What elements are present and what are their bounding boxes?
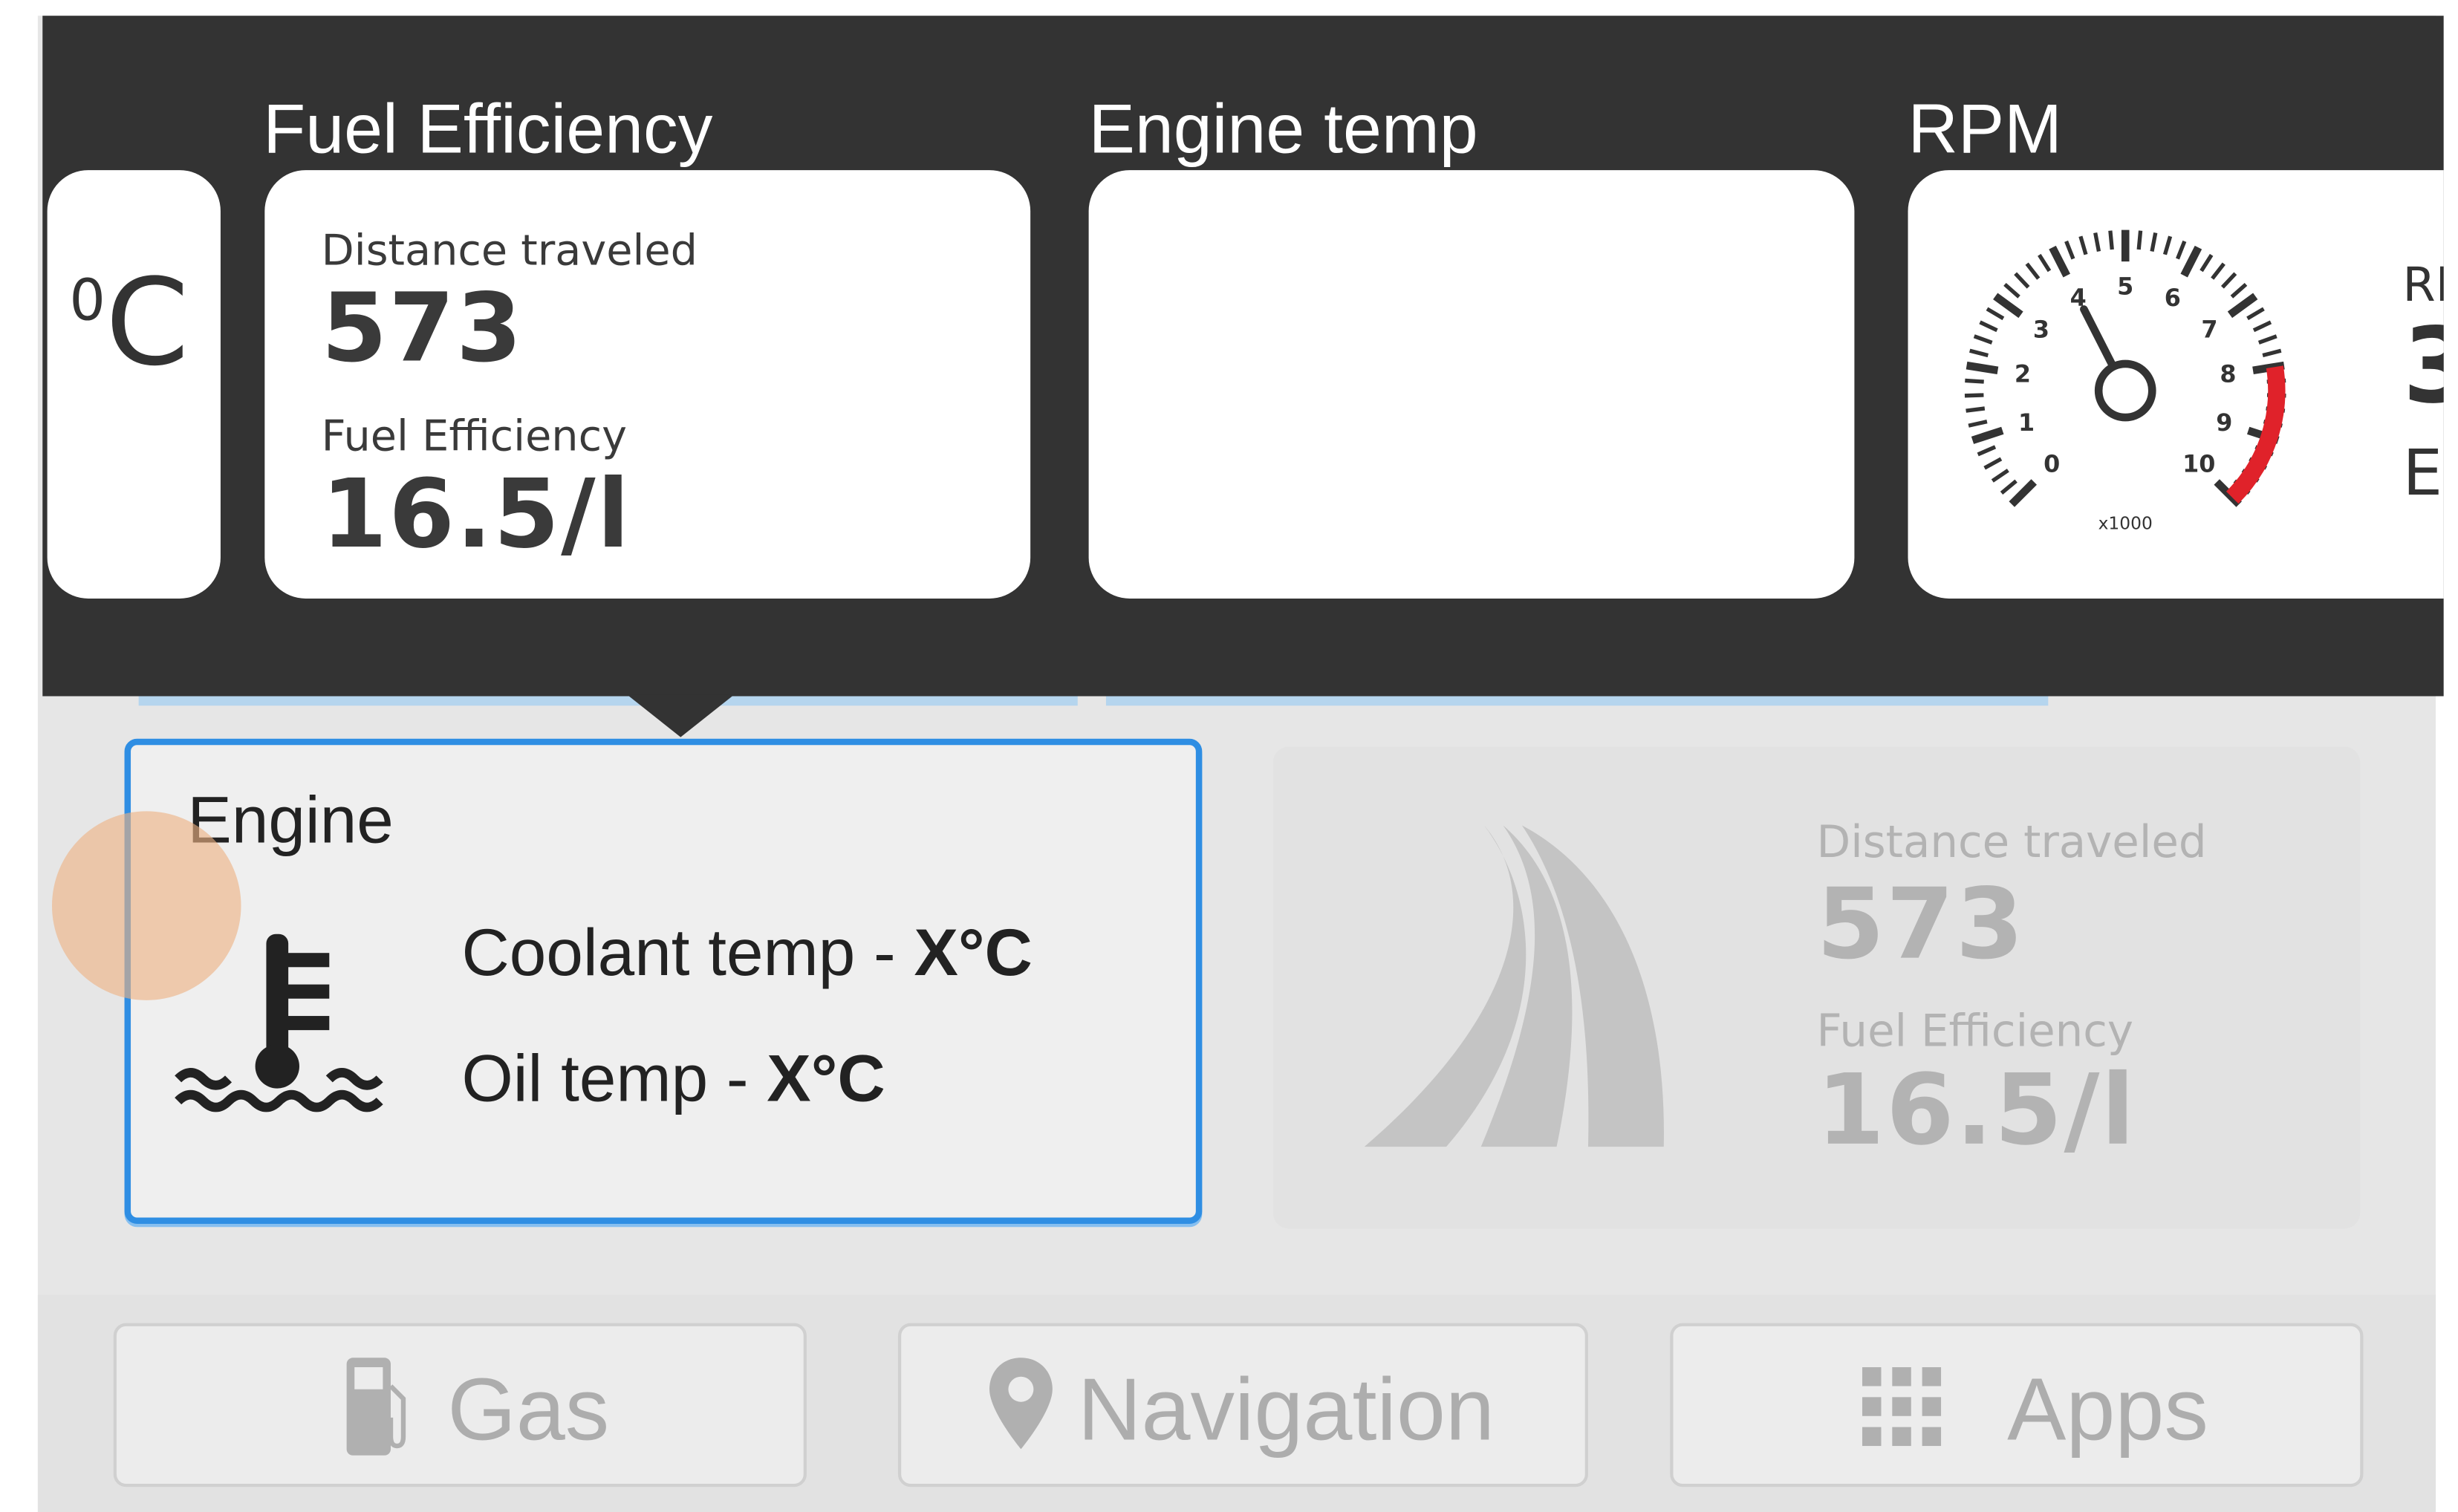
page-indicator-left	[138, 696, 1078, 706]
rpm-tick	[1966, 361, 1999, 375]
navigation-label: Navigation	[1077, 1359, 1495, 1459]
rpm-tick	[1993, 293, 2023, 319]
distance-value: 573	[321, 274, 524, 385]
rpm-number: 5	[2117, 273, 2133, 301]
rpm-tick	[2150, 232, 2158, 252]
gas-pump-icon	[346, 1358, 406, 1456]
rpm-tick	[1964, 393, 1984, 398]
widget-picker-overlay: Fuel Efficiency Engine temp RPM 0C Dista…	[42, 16, 2444, 697]
efficiency-label: Fuel Efficiency	[1816, 1005, 2134, 1058]
efficiency-value: 16.5/l	[1816, 1052, 2136, 1167]
distance-label: Distance traveled	[321, 227, 698, 276]
dashboard-screen: Distance traveled 573 Fuel Efficiency 16…	[0, 0, 2458, 1512]
rpm-needle-hub	[2094, 359, 2156, 422]
rpm-partial-value: 3	[2403, 305, 2444, 426]
navigation-button[interactable]: Navigation	[897, 1323, 1588, 1487]
engine-card[interactable]: Engine Coolant temp - X°C Oil temp - X°C	[124, 738, 1203, 1225]
distance-value: 573	[1816, 866, 2026, 982]
rpm-partial-sublabel: E	[2402, 437, 2443, 511]
oil-temp-label: Oil temp -	[461, 1040, 767, 1115]
rpm-tick	[2176, 240, 2187, 260]
road-icon	[1364, 825, 1664, 1147]
rpm-tick	[2199, 253, 2214, 273]
rpm-tick	[2257, 334, 2277, 345]
partial-temperature-card[interactable]: 0C	[47, 170, 221, 599]
rpm-tick	[2049, 245, 2070, 278]
touch-indicator	[51, 811, 241, 1000]
coolant-temp-value: X°C	[914, 915, 1033, 989]
rpm-tick	[2038, 253, 2052, 273]
rpm-title: RPM	[1908, 91, 2062, 169]
rpm-tick	[2246, 307, 2265, 321]
rpm-number: 10	[2182, 450, 2215, 478]
apps-grid-icon	[1862, 1367, 1942, 1447]
rpm-tick	[1973, 334, 1993, 345]
rpm-tick	[2220, 272, 2237, 289]
apps-button[interactable]: Apps	[1670, 1323, 2364, 1487]
rpm-tick	[2227, 293, 2258, 319]
rpm-tick	[2211, 262, 2225, 280]
rpm-tick	[1986, 307, 2005, 321]
map-pin-icon	[989, 1358, 1053, 1450]
oil-temp-row: Oil temp - X°C	[461, 1041, 885, 1117]
gas-label: Gas	[447, 1359, 610, 1459]
rpm-tick	[1977, 445, 1997, 457]
page-indicator-right	[1105, 696, 2049, 706]
rpm-number: 6	[2165, 284, 2181, 312]
fuel-efficiency-card[interactable]: Distance traveled 573 Fuel Efficiency 16…	[264, 170, 1031, 599]
rpm-number: 9	[2216, 408, 2232, 437]
rpm-card[interactable]: 012345678910x1000 RI 3 E	[1908, 170, 2444, 599]
rpm-tick	[2078, 235, 2088, 255]
rpm-tick	[1983, 457, 2003, 470]
rpm-tick	[1971, 426, 2004, 444]
distance-label: Distance traveled	[1816, 815, 2207, 868]
rpm-tick	[2093, 232, 2101, 252]
coolant-temp-row: Coolant temp - X°C	[461, 915, 1032, 991]
overlay-pointer-arrow	[627, 694, 735, 737]
rpm-tick	[2108, 230, 2114, 250]
rpm-tick	[2000, 479, 2018, 495]
degree-superscript: 0	[69, 269, 105, 334]
rpm-number: 3	[2033, 315, 2049, 343]
rpm-tick	[1966, 406, 1986, 413]
engine-temp-title: Engine temp	[1088, 91, 1478, 169]
rpm-tick	[1968, 420, 1988, 428]
gas-button[interactable]: Gas	[113, 1323, 807, 1487]
rpm-multiplier: x1000	[2098, 513, 2153, 534]
rpm-tick	[2136, 230, 2143, 250]
oil-temp-value: X°C	[767, 1040, 885, 1115]
rpm-tick	[2064, 240, 2075, 260]
rpm-tick	[1965, 378, 1984, 384]
rpm-number: 2	[2015, 360, 2031, 388]
rpm-tick	[2009, 479, 2037, 507]
rpm-tick	[2252, 320, 2272, 333]
rpm-tick	[2262, 348, 2282, 358]
rpm-tick	[2025, 262, 2041, 280]
rpm-tick	[1979, 320, 1998, 333]
rpm-tick	[2230, 282, 2248, 299]
efficiency-label: Fuel Efficiency	[321, 412, 627, 462]
fuel-efficiency-title: Fuel Efficiency	[263, 91, 713, 169]
rpm-tick	[2003, 282, 2020, 299]
rpm-number: 0	[2044, 450, 2060, 478]
rpm-gauge: 01234 5 678910x1000	[1964, 229, 2286, 534]
coolant-temp-label: Coolant temp -	[461, 915, 914, 989]
engine-temp-card[interactable]	[1088, 170, 1855, 599]
rpm-number: 8	[2220, 360, 2236, 388]
rpm-tick	[1969, 348, 1989, 358]
rpm-number: 7	[2201, 315, 2217, 343]
rpm-tick	[2162, 235, 2173, 255]
distance-card[interactable]: Distance traveled 573 Fuel Efficiency 16…	[1272, 746, 2361, 1229]
rpm-number: 1	[2018, 408, 2035, 437]
rpm-tick	[2180, 245, 2202, 278]
rpm-tick	[1991, 469, 2009, 483]
apps-label: Apps	[2007, 1359, 2208, 1459]
rpm-tick	[2014, 272, 2030, 289]
partial-temperature-unit: 0C	[69, 252, 189, 393]
efficiency-value: 16.5/l	[321, 460, 631, 570]
